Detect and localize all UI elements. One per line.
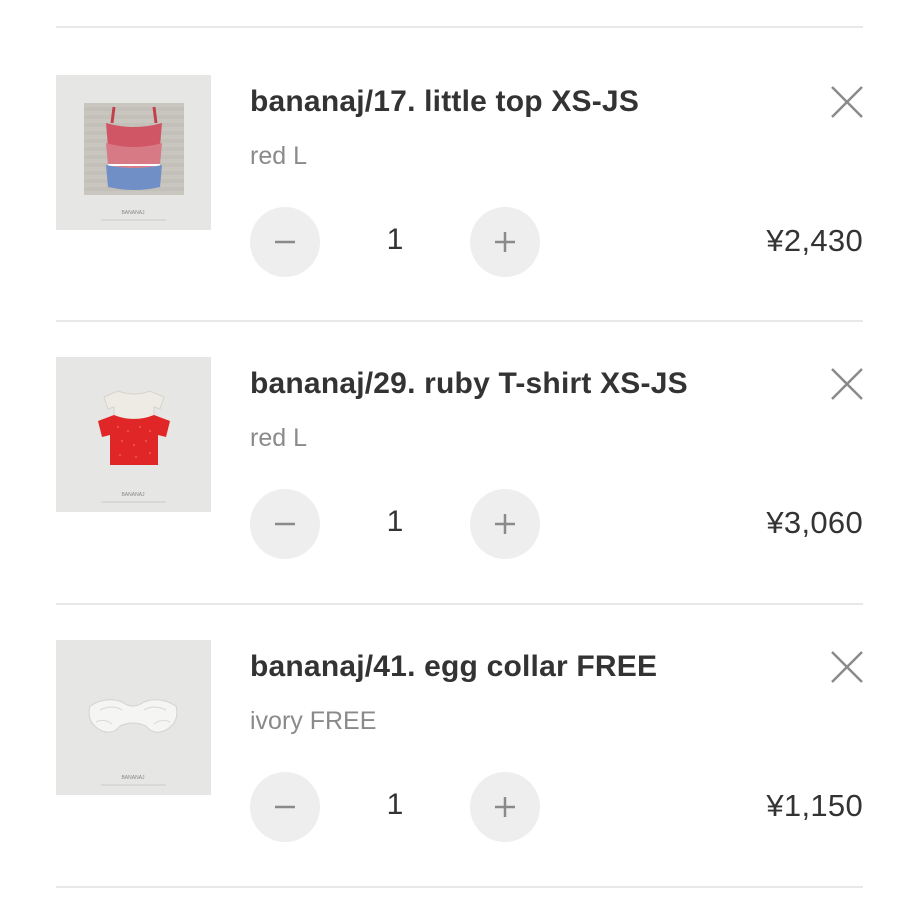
minus-icon: [275, 805, 295, 809]
brand-mark: BANANAJ: [121, 775, 145, 781]
minus-icon: [275, 240, 295, 244]
increase-quantity-button[interactable]: [470, 772, 540, 842]
product-photo-ruby-tshirt-icon: BANANAJ: [56, 357, 211, 512]
brand-mark: BANANAJ: [121, 492, 145, 498]
cart-item: BANANAJ bananaj/41. egg collar FREE ivor…: [0, 640, 920, 860]
decrease-quantity-button[interactable]: [250, 772, 320, 842]
plus-icon: [495, 514, 515, 534]
brand-mark: BANANAJ: [121, 210, 145, 216]
increase-quantity-button[interactable]: [470, 489, 540, 559]
decrease-quantity-button[interactable]: [250, 489, 320, 559]
remove-item-button[interactable]: [828, 365, 866, 403]
product-title[interactable]: bananaj/29. ruby T-shirt XS-JS: [250, 367, 688, 401]
divider: [56, 320, 863, 322]
svg-text:BANANAJ: BANANAJ: [121, 210, 145, 216]
cart-list: BANANAJ bananaj/17. little top XS-JS red…: [0, 0, 920, 920]
product-title[interactable]: bananaj/41. egg collar FREE: [250, 650, 657, 684]
remove-item-button[interactable]: [828, 83, 866, 121]
increase-quantity-button[interactable]: [470, 207, 540, 277]
close-icon: [831, 651, 863, 683]
remove-item-button[interactable]: [828, 648, 866, 686]
product-variant: ivory FREE: [250, 707, 377, 735]
close-icon: [831, 368, 863, 400]
divider: [56, 603, 863, 605]
item-price: ¥2,430: [766, 223, 863, 258]
product-photo-little-top-icon: BANANAJ: [56, 75, 211, 230]
cart-item: BANANAJ bananaj/29. ruby T-shirt XS-JS r…: [0, 357, 920, 577]
plus-icon: [495, 232, 515, 252]
product-title[interactable]: bananaj/17. little top XS-JS: [250, 85, 639, 119]
product-thumbnail[interactable]: BANANAJ: [56, 75, 211, 230]
close-icon: [831, 86, 863, 118]
product-photo-egg-collar-icon: BANANAJ: [56, 640, 211, 795]
product-thumbnail[interactable]: BANANAJ: [56, 640, 211, 795]
quantity-value: 1: [386, 505, 404, 538]
product-variant: red L: [250, 424, 307, 452]
product-variant: red L: [250, 142, 307, 170]
quantity-value: 1: [386, 223, 404, 256]
divider: [56, 886, 863, 888]
svg-text:BANANAJ: BANANAJ: [121, 492, 145, 498]
svg-text:BANANAJ: BANANAJ: [121, 775, 145, 781]
plus-icon: [495, 797, 515, 817]
item-price: ¥1,150: [766, 788, 863, 823]
divider: [56, 26, 863, 28]
cart-item: BANANAJ bananaj/17. little top XS-JS red…: [0, 75, 920, 295]
quantity-value: 1: [386, 788, 404, 821]
minus-icon: [275, 522, 295, 526]
decrease-quantity-button[interactable]: [250, 207, 320, 277]
item-price: ¥3,060: [766, 505, 863, 540]
product-thumbnail[interactable]: BANANAJ: [56, 357, 211, 512]
